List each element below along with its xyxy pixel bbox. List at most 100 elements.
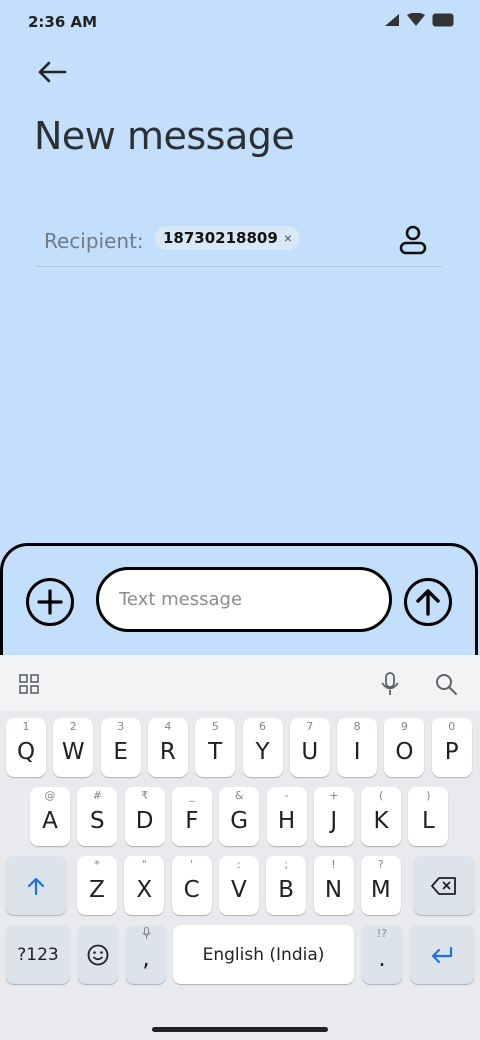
emoji-icon bbox=[87, 944, 109, 965]
key-label: T bbox=[208, 738, 223, 765]
key-hint: : bbox=[237, 858, 241, 871]
key-label: B bbox=[278, 876, 295, 903]
key-q[interactable]: 1Q bbox=[6, 718, 46, 777]
key-n[interactable]: ! N bbox=[313, 856, 354, 915]
symbols-key[interactable]: ?123 bbox=[6, 925, 70, 984]
key-label: A bbox=[42, 807, 58, 834]
key-hint: 1 bbox=[22, 720, 30, 733]
key-u[interactable]: 7U bbox=[289, 718, 330, 777]
key-k[interactable]: (K bbox=[361, 787, 402, 846]
key-label: L bbox=[421, 807, 435, 834]
key-hint: ' bbox=[190, 858, 194, 871]
plus-icon bbox=[37, 589, 63, 615]
key-a[interactable]: @ A bbox=[30, 787, 70, 846]
key-label: D bbox=[135, 807, 154, 834]
key-o[interactable]: 9O bbox=[384, 718, 425, 777]
enter-key[interactable] bbox=[410, 925, 474, 984]
key-i[interactable]: 8I bbox=[337, 718, 378, 777]
key-label: Z bbox=[89, 876, 105, 903]
key-label: V bbox=[231, 876, 247, 903]
key-b[interactable]: ; B bbox=[266, 856, 307, 915]
enter-icon bbox=[431, 946, 453, 963]
apps-grid-button[interactable] bbox=[14, 669, 44, 699]
shift-arrow-icon bbox=[27, 877, 45, 895]
keyboard-search-button[interactable] bbox=[431, 669, 461, 699]
key-p[interactable]: 0P bbox=[431, 718, 472, 777]
key-v[interactable]: :V bbox=[218, 856, 259, 915]
key-w[interactable]: 2W bbox=[53, 718, 94, 777]
key-label: Q bbox=[16, 738, 36, 765]
key-label: H bbox=[277, 807, 296, 834]
key-label: W bbox=[61, 738, 85, 765]
status-time: 2:36 AM bbox=[28, 13, 98, 31]
key-d[interactable]: ₹ D bbox=[124, 787, 165, 846]
key-hint: 7 bbox=[306, 720, 314, 733]
key-h[interactable]: -H bbox=[266, 787, 307, 846]
key-hint: # bbox=[92, 789, 102, 802]
text-message-input[interactable] bbox=[96, 567, 392, 632]
period-key-hint: !? bbox=[376, 927, 388, 940]
recipient-row: Recipient: 18730218809 × bbox=[36, 220, 442, 267]
status-icons bbox=[384, 13, 454, 27]
key-t[interactable]: 5T bbox=[195, 718, 236, 777]
key-label: N bbox=[324, 876, 343, 903]
attach-button[interactable] bbox=[26, 578, 74, 626]
key-label: I bbox=[353, 738, 361, 765]
key-label: M bbox=[370, 876, 391, 903]
keyboard-toolbar bbox=[0, 655, 480, 711]
key-r[interactable]: 4R bbox=[147, 718, 188, 777]
key-hint: 8 bbox=[353, 720, 361, 733]
comma-key[interactable]: , bbox=[126, 925, 166, 984]
key-e[interactable]: 3E bbox=[100, 718, 141, 777]
key-label: E bbox=[113, 738, 128, 765]
keyboard: ?123 , English (India) !? . 1Q2W3E4R5T6Y… bbox=[0, 655, 480, 1040]
key-hint: & bbox=[234, 789, 244, 802]
key-y[interactable]: 6Y bbox=[242, 718, 283, 777]
key-hint: * bbox=[94, 858, 100, 871]
key-hint: @ bbox=[44, 789, 56, 802]
battery-icon bbox=[432, 13, 454, 27]
key-label: K bbox=[373, 807, 389, 834]
key-label: J bbox=[330, 807, 338, 834]
key-hint: ₹ bbox=[141, 789, 149, 802]
key-hint: + bbox=[329, 789, 339, 802]
select-contact-button[interactable] bbox=[396, 222, 430, 258]
space-key[interactable]: English (India) bbox=[173, 925, 354, 984]
period-key-label: . bbox=[378, 945, 386, 972]
key-hint: 6 bbox=[259, 720, 266, 733]
key-label: X bbox=[136, 876, 153, 903]
key-label: C bbox=[183, 876, 200, 903]
comma-key-hint bbox=[126, 927, 166, 942]
key-j[interactable]: + J bbox=[313, 787, 354, 846]
key-hint: ? bbox=[377, 858, 384, 871]
key-g[interactable]: & G bbox=[219, 787, 260, 846]
voice-input-button[interactable] bbox=[375, 669, 405, 699]
recipient-chip[interactable]: 18730218809 × bbox=[155, 226, 300, 250]
emoji-key[interactable] bbox=[78, 925, 118, 984]
period-key[interactable]: !? . bbox=[362, 925, 402, 984]
key-label: R bbox=[159, 738, 176, 765]
backspace-key[interactable] bbox=[414, 856, 474, 915]
back-arrow-icon bbox=[38, 61, 67, 83]
key-hint: ; bbox=[284, 858, 289, 871]
microphone-icon bbox=[141, 927, 151, 939]
key-z[interactable]: * Z bbox=[77, 856, 117, 915]
key-f[interactable]: _ F bbox=[171, 787, 212, 846]
recipient-chip-number: 18730218809 bbox=[163, 229, 278, 247]
arrow-up-icon bbox=[416, 589, 440, 616]
backspace-icon bbox=[431, 876, 456, 895]
key-s[interactable]: # S bbox=[77, 787, 118, 846]
key-l[interactable]: ) L bbox=[408, 787, 449, 846]
home-indicator[interactable] bbox=[152, 1027, 328, 1032]
key-hint: 9 bbox=[400, 720, 408, 733]
send-button[interactable] bbox=[404, 578, 452, 626]
key-hint: ) bbox=[426, 789, 431, 802]
remove-recipient-button[interactable]: × bbox=[284, 230, 292, 246]
key-hint: 0 bbox=[448, 720, 456, 733]
shift-key[interactable] bbox=[6, 856, 66, 915]
key-m[interactable]: ? M bbox=[360, 856, 401, 915]
key-c[interactable]: ' C bbox=[171, 856, 212, 915]
back-button[interactable] bbox=[30, 52, 74, 92]
key-x[interactable]: " X bbox=[124, 856, 165, 915]
recipient-label: Recipient: bbox=[44, 229, 144, 253]
